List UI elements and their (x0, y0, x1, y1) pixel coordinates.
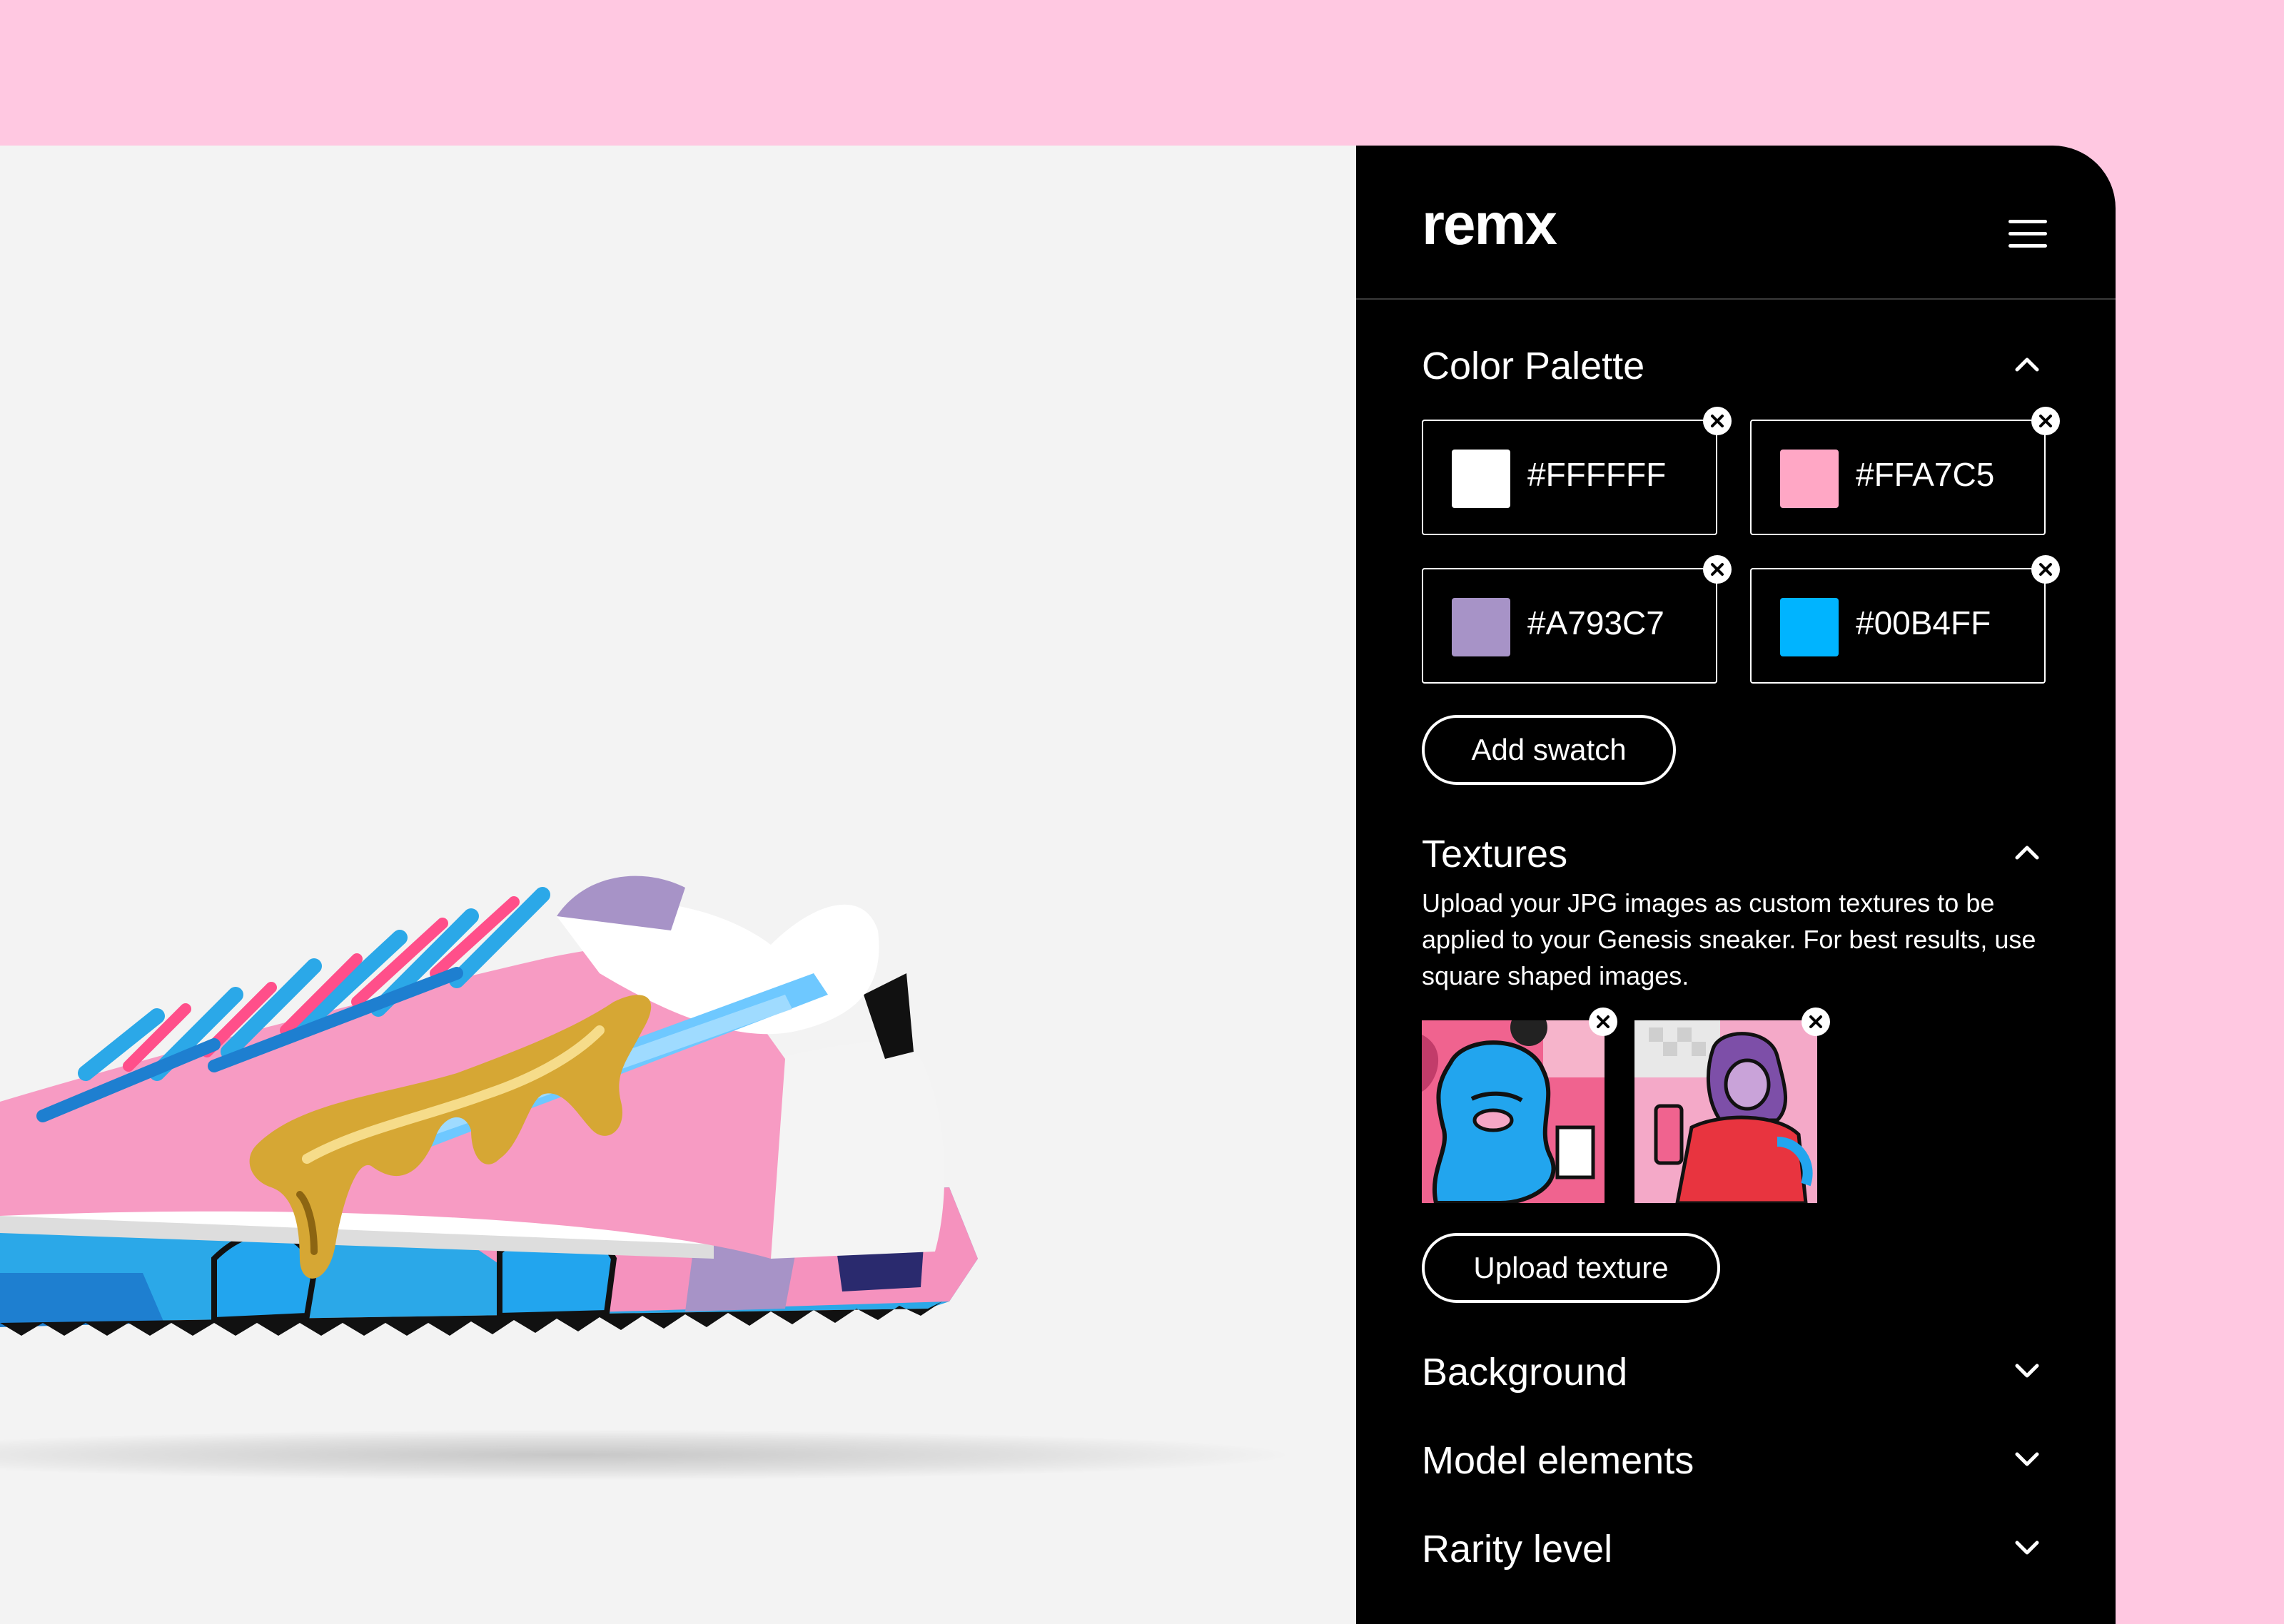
remove-swatch-icon[interactable] (2031, 407, 2060, 435)
color-swatch[interactable]: #00B4FF (1750, 568, 2046, 684)
remove-swatch-icon[interactable] (2031, 555, 2060, 584)
swatch-chip (1452, 450, 1510, 508)
swatch-chip (1780, 598, 1839, 656)
swatch-hex-value: #A793C7 (1527, 604, 1664, 641)
blue-character-texture-image (1422, 1020, 1605, 1203)
chevron-down-icon[interactable] (2007, 1528, 2047, 1568)
model-elements-section-title[interactable]: Model elements (1422, 1441, 1694, 1480)
color-palette-title[interactable]: Color Palette (1422, 347, 1644, 385)
remove-texture-icon[interactable] (1589, 1008, 1617, 1036)
top-bar: remx (1356, 146, 2116, 300)
swatch-chip (1780, 450, 1839, 508)
upload-texture-button[interactable]: Upload texture (1422, 1233, 1720, 1303)
rarity-level-section-title[interactable]: Rarity level (1422, 1530, 1612, 1568)
remx-logo[interactable]: remx (1422, 196, 1557, 254)
add-swatch-button[interactable]: Add swatch (1422, 715, 1676, 785)
sneaker-preview-canvas[interactable] (0, 146, 1356, 1624)
texture-thumbnail[interactable] (1634, 1020, 1817, 1203)
hamburger-menu-icon[interactable] (2008, 220, 2048, 248)
swatch-hex-value: #FFFFFF (1527, 456, 1667, 493)
color-swatch[interactable]: #FFFFFF (1422, 420, 1717, 535)
swatch-chip (1452, 598, 1510, 656)
swatch-hex-value: #FFA7C5 (1856, 456, 1995, 493)
background-section-title[interactable]: Background (1422, 1353, 1627, 1391)
chevron-down-icon[interactable] (2007, 1351, 2047, 1391)
chevron-down-icon[interactable] (2007, 1440, 2047, 1480)
texture-thumbnail[interactable] (1422, 1020, 1605, 1203)
remove-swatch-icon[interactable] (1703, 407, 1732, 435)
chevron-up-icon[interactable] (2007, 832, 2047, 872)
color-swatch[interactable]: #A793C7 (1422, 568, 1717, 684)
chevron-up-icon[interactable] (2007, 344, 2047, 384)
customizer-panel: remx Color Palette #FFFFFF #FFA7C5 #A793… (1356, 146, 2116, 1624)
color-swatch[interactable]: #FFA7C5 (1750, 420, 2046, 535)
remove-swatch-icon[interactable] (1703, 555, 1732, 584)
pink-character-texture-image (1634, 1020, 1817, 1203)
sneaker-model (0, 876, 978, 1336)
remove-texture-icon[interactable] (1802, 1008, 1830, 1036)
textures-description: Upload your JPG images as custom texture… (1422, 888, 2036, 990)
swatch-hex-value: #00B4FF (1856, 604, 1991, 641)
textures-title[interactable]: Textures (1422, 835, 1567, 873)
